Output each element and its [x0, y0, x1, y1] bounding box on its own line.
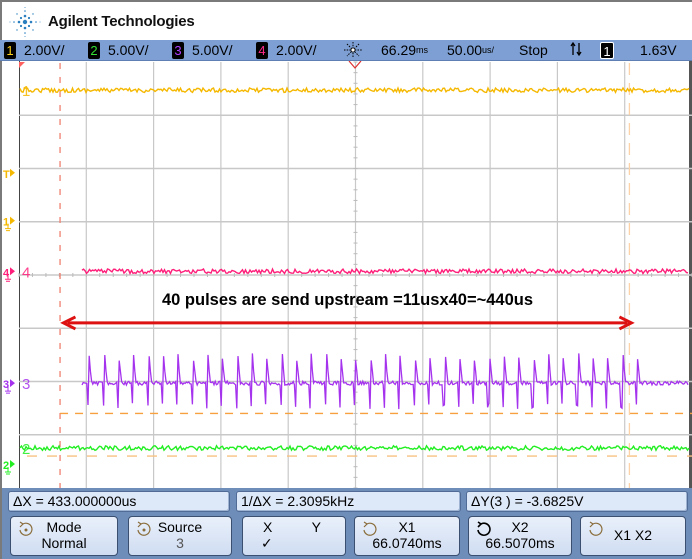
channel-2-badge: 2: [88, 42, 100, 59]
x-selected-checkmark: ✓: [261, 535, 273, 551]
channel-3-scale-value: 5.00V/: [192, 42, 233, 58]
source-softkey[interactable]: Source 3: [128, 516, 232, 556]
channel-1-scale-value: 2.00V/: [24, 42, 65, 58]
either-edge-trigger-icon: [570, 41, 582, 60]
channel-3-scale[interactable]: 3 5.00V/: [172, 41, 232, 60]
source-label: Source: [157, 519, 203, 535]
trace-channel-1: [19, 86, 690, 95]
channel-1-badge: 1: [4, 42, 16, 59]
trace-label-channel-4: 4: [22, 264, 30, 281]
timebase-unit: us/: [482, 45, 495, 55]
x1-cursor-softkey[interactable]: X1 66.0740ms: [354, 516, 460, 556]
channel-3-badge: 3: [172, 42, 184, 59]
xy-cursor-softkey[interactable]: X Y ✓: [242, 516, 346, 556]
channel-2-scale-value: 5.00V/: [108, 42, 149, 58]
run-state[interactable]: Stop: [519, 41, 548, 60]
x2-cursor-softkey[interactable]: X2 66.5070ms: [468, 516, 572, 556]
channel-2-scale[interactable]: 2 5.00V/: [88, 41, 148, 60]
x1-x2-label: X1 X2: [613, 527, 653, 543]
ground-marker-channel-1[interactable]: 1: [3, 216, 15, 232]
trace-label-channel-1: 1: [22, 83, 30, 100]
waveform-plot[interactable]: 1 4 3 2 T 1 4 3 2 40 pulses are send upstream =…: [0, 61, 692, 488]
ground-marker-arrow-icon: [10, 216, 15, 225]
ground-marker-arrow-icon: [10, 460, 15, 469]
trigger-source[interactable]: 1: [600, 41, 614, 60]
timebase-value: 50.00: [447, 42, 483, 58]
x2-label: X2: [511, 519, 529, 535]
delay-unit: ms: [416, 45, 429, 55]
ground-marker-arrow-icon: [10, 168, 15, 177]
ground-marker-channel-2[interactable]: 2: [3, 460, 15, 475]
channel-4-scale-value: 2.00V/: [276, 42, 317, 58]
channel-4-badge: 4: [256, 42, 268, 59]
mode-softkey[interactable]: Mode Normal: [10, 516, 118, 556]
source-value: 3: [176, 535, 184, 551]
annotation: 40 pulses are send upstream =11usx40=~44…: [60, 291, 635, 331]
x2-value: 66.5070ms: [485, 535, 555, 551]
x1-value: 66.0740ms: [372, 535, 442, 551]
trigger-level[interactable]: 1.63V: [640, 41, 677, 60]
delta-x-readout: ΔX = 433.000000us: [8, 491, 230, 512]
x1-label: X1: [398, 519, 416, 535]
ground-marker-arrow-icon: [10, 267, 15, 276]
ground-markers[interactable]: T 1 4 3 2: [3, 168, 15, 475]
channel-1-scale[interactable]: 1 2.00V/: [4, 41, 64, 60]
annotation-text: 40 pulses are send upstream =11usx40=~44…: [162, 291, 533, 309]
trace-channel-4: [81, 267, 689, 276]
horizontal-delay[interactable]: 66.29ms: [381, 41, 428, 60]
ground-marker-channel-4[interactable]: 4: [3, 267, 15, 282]
measurement-bar: ΔX = 433.000000us 1/ΔX = 2.3095kHz ΔY(3 …: [0, 488, 692, 559]
mode-value: Normal: [41, 535, 87, 551]
trace-channel-2: [19, 444, 690, 452]
trigger-source-badge: 1: [600, 42, 614, 59]
graticule: [18, 61, 692, 488]
traces: 1 4 3 2: [19, 83, 690, 458]
ground-marker-label: 4: [3, 267, 10, 279]
agilent-spark-logo-icon: [9, 7, 41, 37]
mode-label: Mode: [46, 519, 82, 535]
y-label: Y: [311, 519, 321, 535]
trace-label-channel-2: 2: [22, 441, 30, 458]
timebase-scale[interactable]: 50.00us/: [447, 41, 494, 60]
ground-marker-arrow-icon: [10, 379, 15, 388]
delta-y-readout: ΔY(3 ) = -3.6825V: [466, 491, 688, 512]
x1-x2-cursor-softkey[interactable]: X1 X2: [580, 516, 686, 556]
ground-marker-label: T: [3, 169, 10, 181]
inverse-delta-x-readout: 1/ΔX = 2.3095kHz: [236, 491, 461, 512]
trace-label-channel-3: 3: [22, 376, 30, 393]
status-bar: 1 2.00V/ 2 5.00V/ 3 5.00V/ 4 2.00V/ 66.29ms …: [0, 40, 692, 61]
ground-marker-trigger[interactable]: T: [3, 168, 15, 181]
delay-value: 66.29: [381, 42, 417, 58]
brand-name: Agilent Technologies: [48, 13, 195, 30]
timebase-delay-icon: [342, 40, 364, 59]
ground-marker-channel-3[interactable]: 3: [3, 379, 15, 394]
x1-cursor-top-marker: [19, 62, 25, 68]
channel-4-scale[interactable]: 4 2.00V/: [256, 41, 316, 60]
brand-bar: Agilent Technologies: [0, 0, 692, 40]
